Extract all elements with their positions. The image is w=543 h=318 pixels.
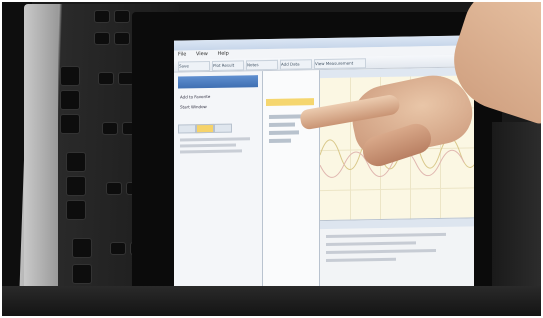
toolbar-view-measurement-button[interactable]: View Measurement xyxy=(314,58,366,70)
tree-node[interactable] xyxy=(269,114,303,119)
menu-file[interactable]: File xyxy=(178,51,186,57)
keyboard-key xyxy=(66,176,86,196)
tree-selected-item[interactable] xyxy=(266,98,314,107)
keyboard-key xyxy=(94,32,110,45)
tree-node[interactable] xyxy=(269,138,291,143)
keyboard-key xyxy=(110,242,126,255)
toolbar-add-data-button[interactable]: Add Data xyxy=(280,59,312,70)
keyboard-edge xyxy=(24,4,58,316)
keyboard-key xyxy=(94,10,110,23)
menu-view[interactable]: View xyxy=(196,51,208,57)
keyboard-key xyxy=(60,90,80,110)
keyboard-key xyxy=(114,10,130,23)
toolbar-save-button[interactable]: Save xyxy=(178,60,210,72)
keyboard-key xyxy=(98,72,114,85)
keyboard-key xyxy=(66,200,86,220)
tree-pane xyxy=(263,70,320,316)
list-item[interactable] xyxy=(180,143,236,148)
list-item[interactable] xyxy=(180,149,242,154)
navigation-pane: Add to Favorite Start Window xyxy=(174,71,263,316)
keyboard-key xyxy=(72,238,92,258)
list-item[interactable] xyxy=(180,137,250,142)
keyboard-key xyxy=(60,66,80,86)
keyboard-key xyxy=(114,32,130,45)
menu-help[interactable]: Help xyxy=(217,51,228,57)
pane-tab-active[interactable] xyxy=(196,123,214,134)
navigation-pane-header xyxy=(178,75,258,89)
pane-tab[interactable] xyxy=(178,124,196,134)
keyboard-key xyxy=(102,122,118,135)
plot-header xyxy=(320,67,474,79)
table-row[interactable] xyxy=(326,257,396,262)
keyboard-key xyxy=(60,114,80,134)
nav-item-start[interactable]: Start Window xyxy=(180,104,207,110)
keyboard-key xyxy=(72,264,92,284)
desk-surface xyxy=(2,286,541,316)
keyboard-key xyxy=(106,182,122,195)
table-row[interactable] xyxy=(326,232,446,238)
tree-node[interactable] xyxy=(269,122,295,127)
table-header xyxy=(320,218,474,230)
table-row[interactable] xyxy=(326,241,416,246)
tree-node[interactable] xyxy=(269,130,299,135)
table-row[interactable] xyxy=(326,249,436,254)
photo-scene: File View Help Save Plot Result Notes Ad… xyxy=(2,2,541,316)
toolbar-notes-button[interactable]: Notes xyxy=(246,59,278,71)
pane-tab[interactable] xyxy=(214,123,232,133)
keyboard-key xyxy=(66,152,86,172)
nav-item-favorite[interactable]: Add to Favorite xyxy=(180,94,210,101)
toolbar-plot-button[interactable]: Plot Result xyxy=(212,60,244,71)
